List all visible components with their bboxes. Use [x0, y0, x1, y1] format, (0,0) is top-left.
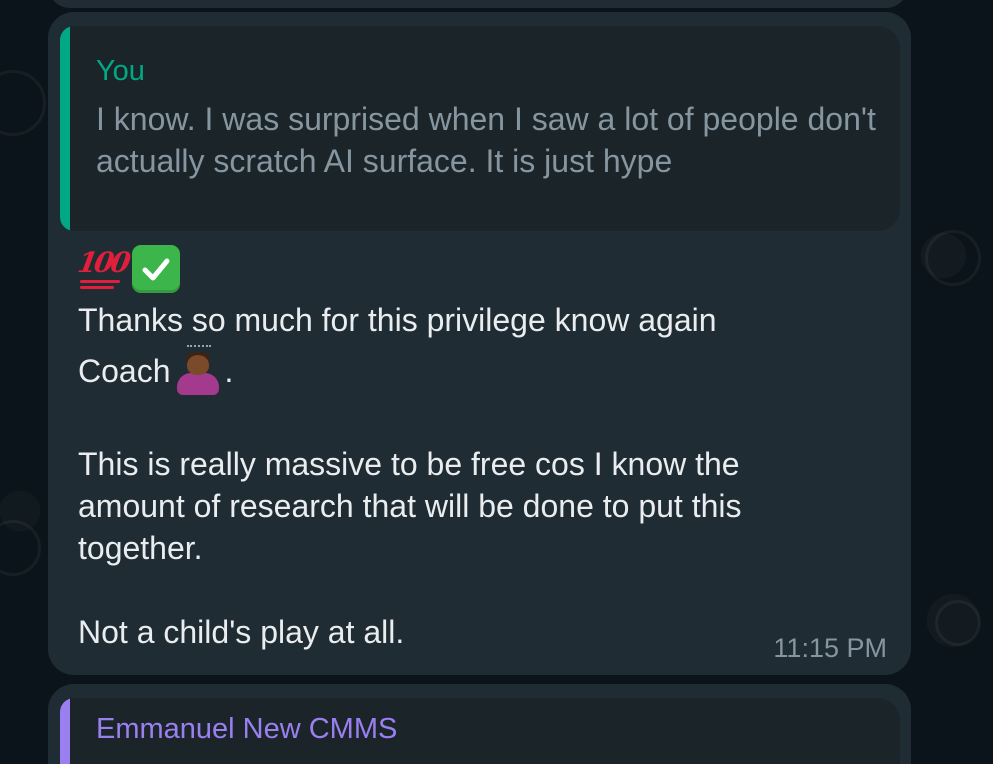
quoted-reply[interactable]: You I know. I was surprised when I saw a…	[60, 26, 900, 231]
message-timestamp: 11:15 PM	[773, 633, 887, 663]
message-text-fragment: Coach	[78, 353, 171, 389]
message-paragraph: Not a child's play at all.	[78, 614, 405, 650]
message-bubble[interactable]: You I know. I was surprised when I saw a…	[48, 12, 911, 675]
quote-author: Emmanuel New CMMS	[96, 713, 398, 745]
quote-text: I know. I was surprised when I saw a lot…	[96, 101, 876, 179]
message-paragraph: This is really massive to be free cos I …	[78, 446, 742, 566]
check-mark-button-icon	[132, 245, 180, 293]
message-text-fragment: .	[224, 353, 234, 389]
hundred-points-icon: 100	[75, 246, 130, 292]
next-message-bubble[interactable]: Emmanuel New CMMS	[48, 684, 911, 764]
wallpaper-doodle	[0, 70, 46, 136]
person-bowing-icon	[173, 345, 221, 395]
quote-accent-bar	[60, 698, 70, 764]
next-quoted-reply[interactable]: Emmanuel New CMMS	[60, 698, 900, 764]
message-line: Coach .	[78, 341, 838, 401]
wallpaper-doodle	[925, 230, 981, 286]
wallpaper-doodle	[0, 520, 41, 576]
message-line: Thanks so much for this privilege know a…	[78, 302, 717, 338]
quote-author: You	[96, 55, 145, 87]
wallpaper-doodle	[935, 600, 981, 646]
message-text: Thanks so much for this privilege know a…	[78, 299, 838, 653]
quote-accent-bar	[60, 26, 70, 231]
previous-message-bubble[interactable]	[48, 0, 908, 8]
emoji-row: 100	[75, 244, 180, 294]
